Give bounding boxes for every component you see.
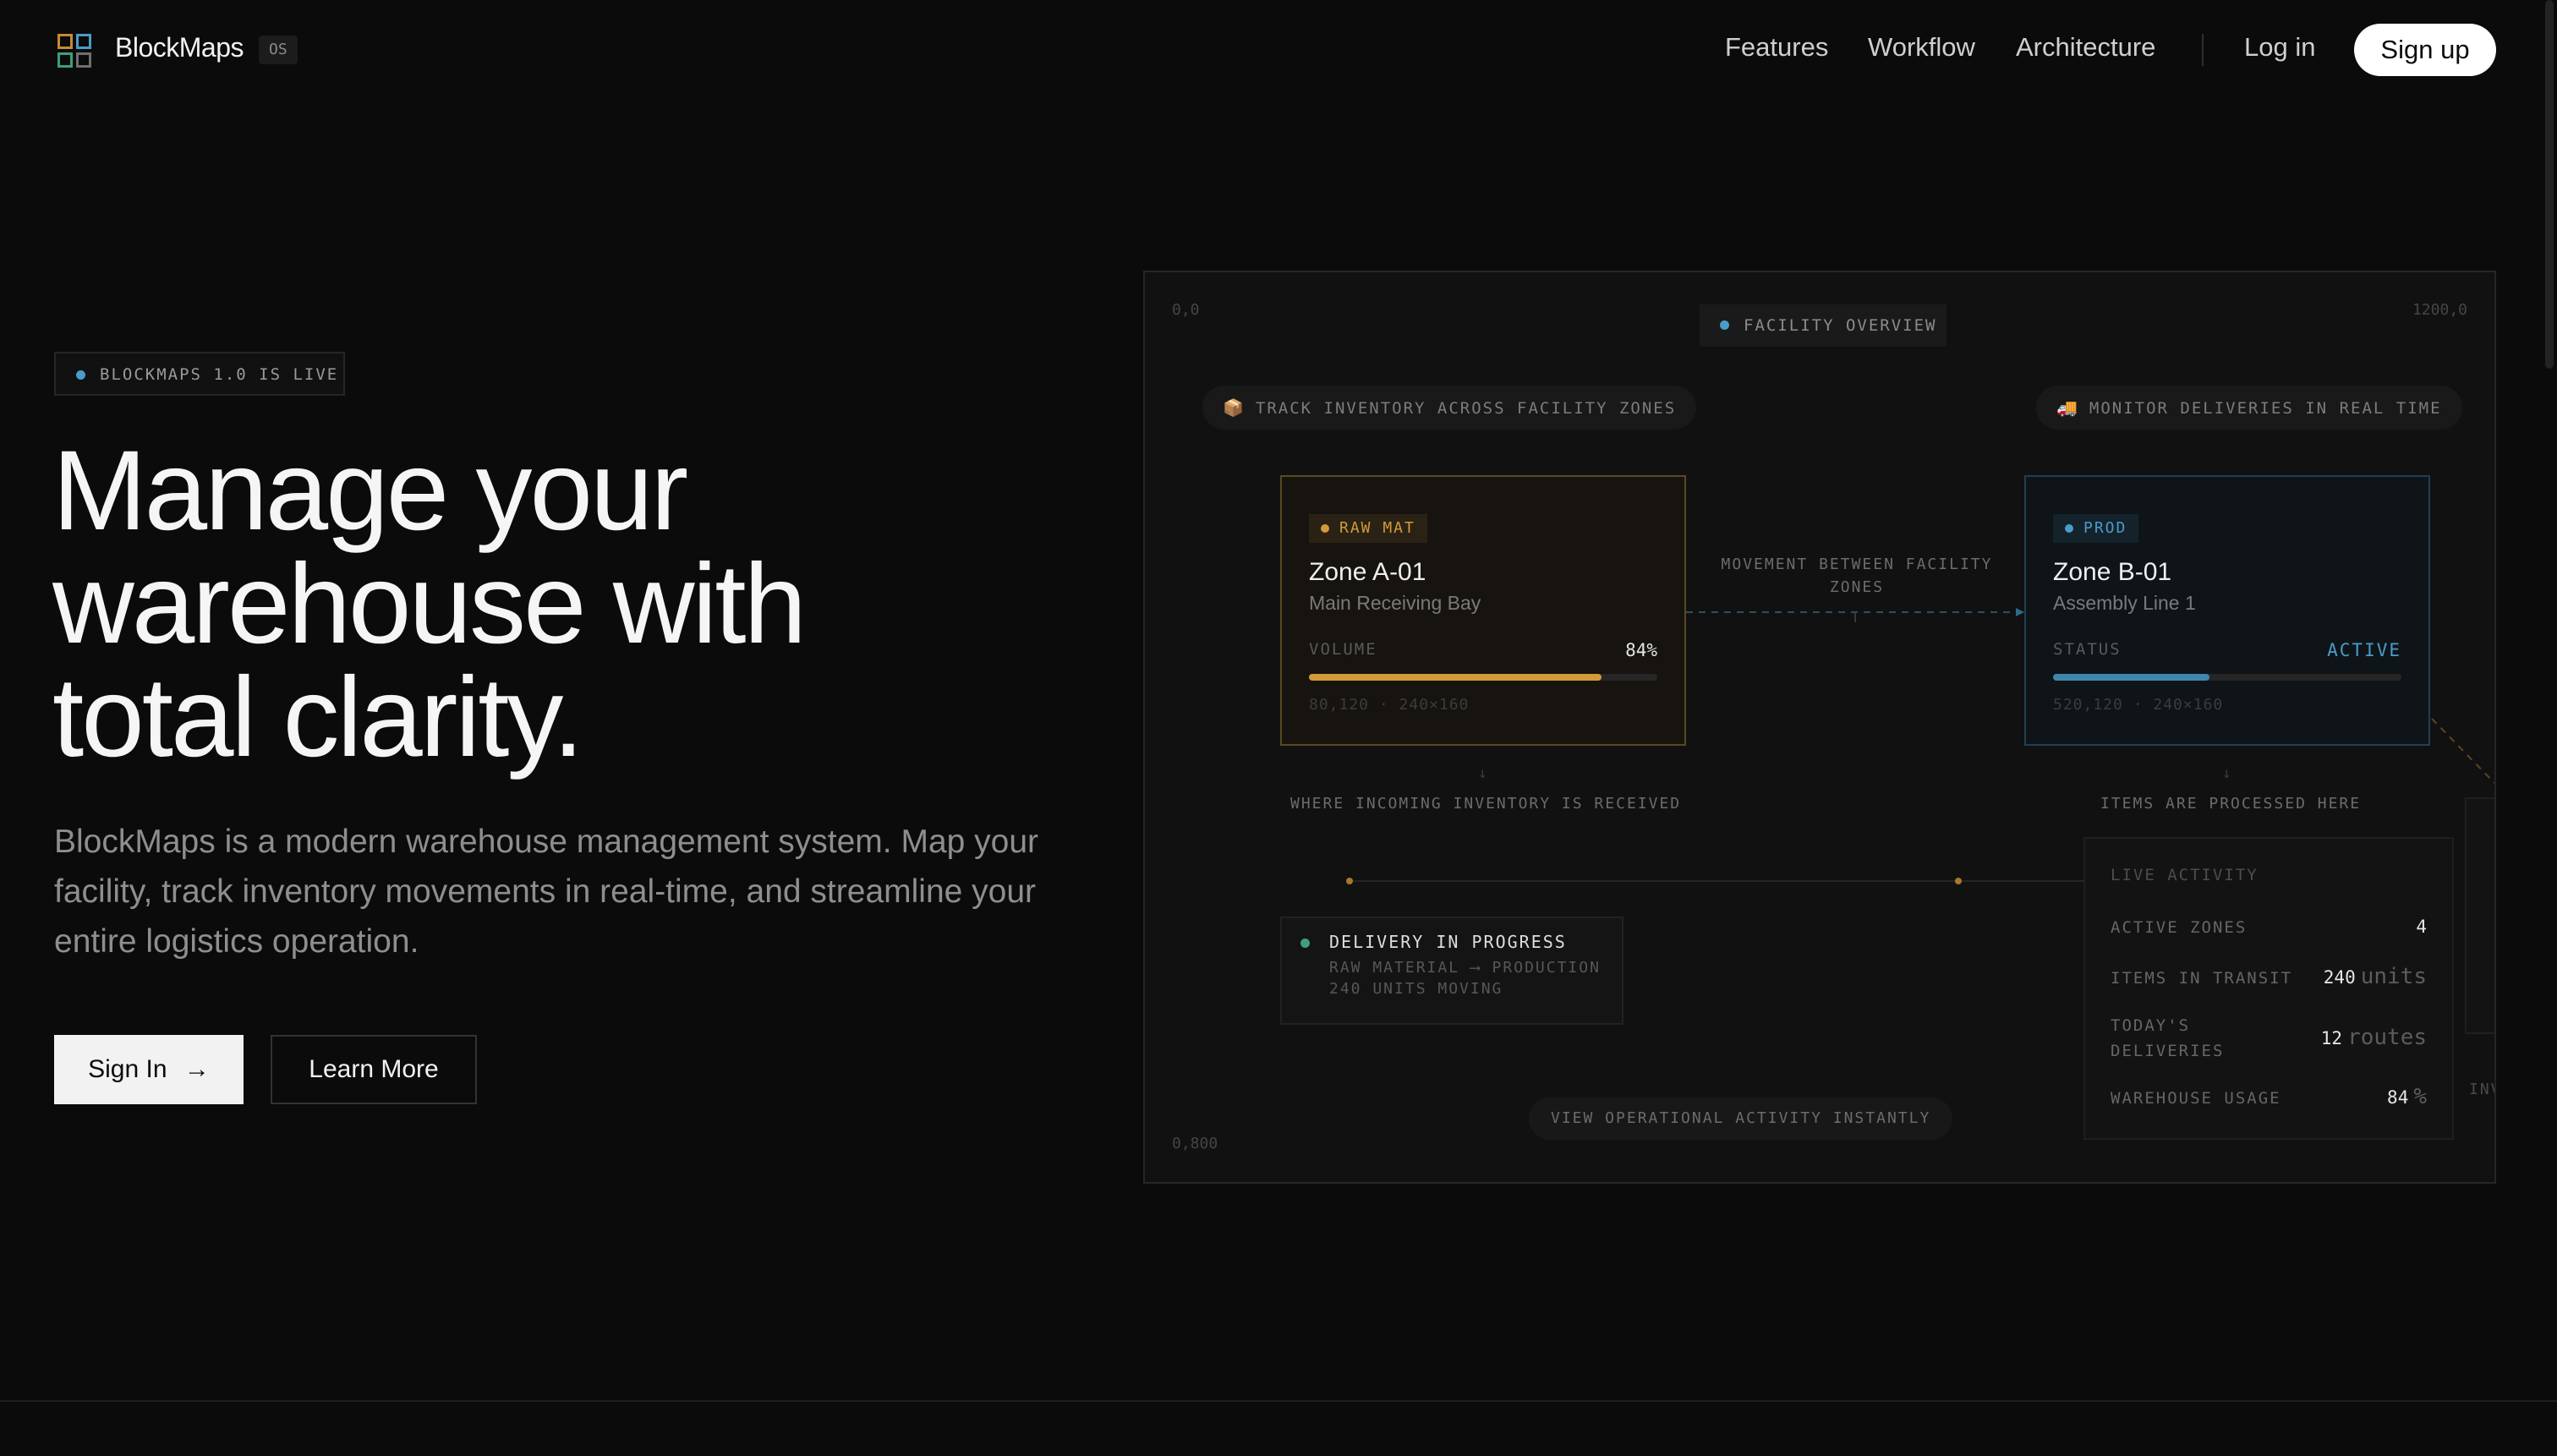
zone-name: Zone B-01 [2053, 558, 2172, 586]
login-link[interactable]: Log in [2244, 32, 2315, 63]
brand-name[interactable]: BlockMaps [115, 32, 244, 63]
zone-metric-value: 84% [1625, 640, 1657, 660]
nav-link-workflow[interactable]: Workflow [1868, 32, 1975, 63]
coord-top-left: 0,0 [1172, 301, 1200, 319]
view-activity-pill: VIEW OPERATIONAL ACTIVITY INSTANTLY [1529, 1097, 1953, 1140]
hero-headline: Manage your warehouse with total clarity… [52, 435, 1067, 775]
live-row-unit: routes [2347, 1025, 2427, 1050]
nav-divider [2202, 34, 2204, 66]
learn-more-button[interactable]: Learn More [271, 1035, 477, 1104]
status-progress-fill [2053, 674, 2210, 681]
volume-progress-fill [1309, 674, 1602, 681]
zone-tag-prod: PROD [2053, 514, 2139, 543]
live-row-active-zones: ACTIVE ZONES 4 [2111, 915, 2427, 940]
live-activity-card: LIVE ACTIVITY ACTIVE ZONES 4 ITEMS IN TR… [2083, 837, 2454, 1140]
zone-metric-row: VOLUME 84% [1309, 640, 1657, 664]
headline-line-2: warehouse with [52, 541, 807, 667]
page-scrollbar[interactable] [2545, 0, 2554, 369]
live-row-warehouse-usage: WAREHOUSE USAGE 84% [2111, 1084, 2427, 1114]
zone-tag-text: RAW MAT [1339, 519, 1415, 537]
live-row-todays-deliveries: TODAY'S DELIVERIES 12 routes [2111, 1013, 2427, 1067]
status-progress-bar [2053, 674, 2401, 681]
delivery-units: 240 UNITS MOVING [1329, 980, 1503, 998]
release-badge-label: BLOCKMAPS 1.0 IS LIVE [100, 365, 339, 384]
tag-dot-icon [1321, 524, 1329, 533]
live-row-label: ACTIVE ZONES [2111, 918, 2248, 937]
zone-location: Assembly Line 1 [2053, 592, 2196, 614]
headline-line-1: Manage your [52, 428, 688, 554]
blockmaps-logo-icon[interactable] [54, 30, 95, 71]
zone-metric-label: VOLUME [1309, 640, 1377, 659]
live-row-value: 4 [2416, 917, 2427, 937]
truck-icon: 🚚 [2056, 397, 2078, 418]
live-row-label: ITEMS IN TRANSIT [2111, 969, 2293, 988]
live-row-unit: units [2360, 964, 2427, 989]
zone-card-a01[interactable]: RAW MAT Zone A-01 Main Receiving Bay VOL… [1280, 475, 1686, 746]
edge-zone-label: INV [2469, 1081, 2494, 1098]
zone-b-caption: ITEMS ARE PROCESSED HERE [2100, 795, 2362, 813]
headline-line-3: total clarity. [52, 654, 584, 780]
arrow-right-icon: → [183, 1055, 210, 1083]
status-dot-icon [1720, 320, 1729, 330]
nav-link-architecture[interactable]: Architecture [2016, 32, 2155, 63]
live-row-value: 12 [2320, 1028, 2343, 1048]
feature-pill-inventory-text: TRACK INVENTORY ACROSS FACILITY ZONES [1255, 399, 1677, 418]
zone-metric-label: STATUS [2053, 640, 2122, 659]
live-row-label: TODAY'S DELIVERIES [2111, 1016, 2225, 1060]
delivery-status-dot-icon [1300, 939, 1310, 948]
package-icon: 📦 [1223, 397, 1244, 418]
zone-tag-text: PROD [2083, 519, 2127, 537]
live-row-value: 84 [2387, 1087, 2409, 1108]
hero-description: BlockMaps is a modern warehouse manageme… [54, 824, 1039, 960]
zone-status-value: ACTIVE [2327, 640, 2401, 660]
live-row-value: 240 [2323, 967, 2356, 988]
facility-overview-text: FACILITY OVERVIEW [1744, 316, 1937, 335]
live-row-unit: % [2413, 1084, 2427, 1109]
zone-metric-row: STATUS ACTIVE [2053, 640, 2401, 664]
delivery-card[interactable]: DELIVERY IN PROGRESS RAW MATERIAL ⟶ PROD… [1280, 917, 1623, 1025]
zone-card-b01[interactable]: PROD Zone B-01 Assembly Line 1 STATUS AC… [2024, 475, 2430, 746]
sign-in-label: Sign In [88, 1055, 167, 1083]
facility-overview-label: FACILITY OVERVIEW [1700, 304, 1946, 347]
section-divider [0, 1400, 2557, 1402]
zone-a-caption: WHERE INCOMING INVENTORY IS RECEIVED [1290, 795, 1682, 813]
release-badge[interactable]: BLOCKMAPS 1.0 IS LIVE [54, 352, 345, 396]
zone-location: Main Receiving Bay [1309, 592, 1481, 614]
sign-in-button[interactable]: Sign In → [54, 1035, 244, 1104]
zone-coordinates: 520,120 · 240×160 [2053, 696, 2224, 714]
live-row-items-in-transit: ITEMS IN TRANSIT 240 units [2111, 964, 2427, 994]
arrow-down-icon: ↓ [2222, 764, 2231, 782]
coord-bottom-left: 0,800 [1172, 1135, 1218, 1152]
live-row-label: WAREHOUSE USAGE [2111, 1089, 2281, 1108]
live-activity-title: LIVE ACTIVITY [2111, 866, 2259, 884]
facility-map-panel: 0,0 1200,0 0,800 FACILITY OVERVIEW 📦 TRAC… [1143, 271, 2496, 1184]
zone-name: Zone A-01 [1309, 558, 1426, 586]
coord-top-right: 1200,0 [2412, 301, 2467, 319]
zone-tag-raw-mat: RAW MAT [1309, 514, 1427, 543]
movement-label: MOVEMENT BETWEEN FACILITY ZONES [1721, 556, 1993, 596]
volume-progress-bar [1309, 674, 1657, 681]
feature-pill-deliveries: 🚚 MONITOR DELIVERIES IN REAL TIME [2036, 386, 2462, 430]
delivery-title: DELIVERY IN PROGRESS [1329, 932, 1567, 952]
signup-button[interactable]: Sign up [2354, 24, 2496, 76]
top-nav: BlockMaps OS Features Workflow Architect… [0, 0, 2557, 100]
zone-coordinates: 80,120 · 240×160 [1309, 696, 1470, 714]
arrow-down-icon: ↓ [1478, 764, 1487, 782]
feature-pill-inventory: 📦 TRACK INVENTORY ACROSS FACILITY ZONES [1202, 386, 1697, 430]
nav-link-features[interactable]: Features [1725, 32, 1828, 63]
tag-dot-icon [2065, 524, 2073, 533]
os-badge: OS [259, 36, 298, 64]
status-dot-icon [76, 370, 85, 380]
feature-pill-deliveries-text: MONITOR DELIVERIES IN REAL TIME [2089, 399, 2442, 418]
delivery-route: RAW MATERIAL ⟶ PRODUCTION [1329, 959, 1601, 977]
